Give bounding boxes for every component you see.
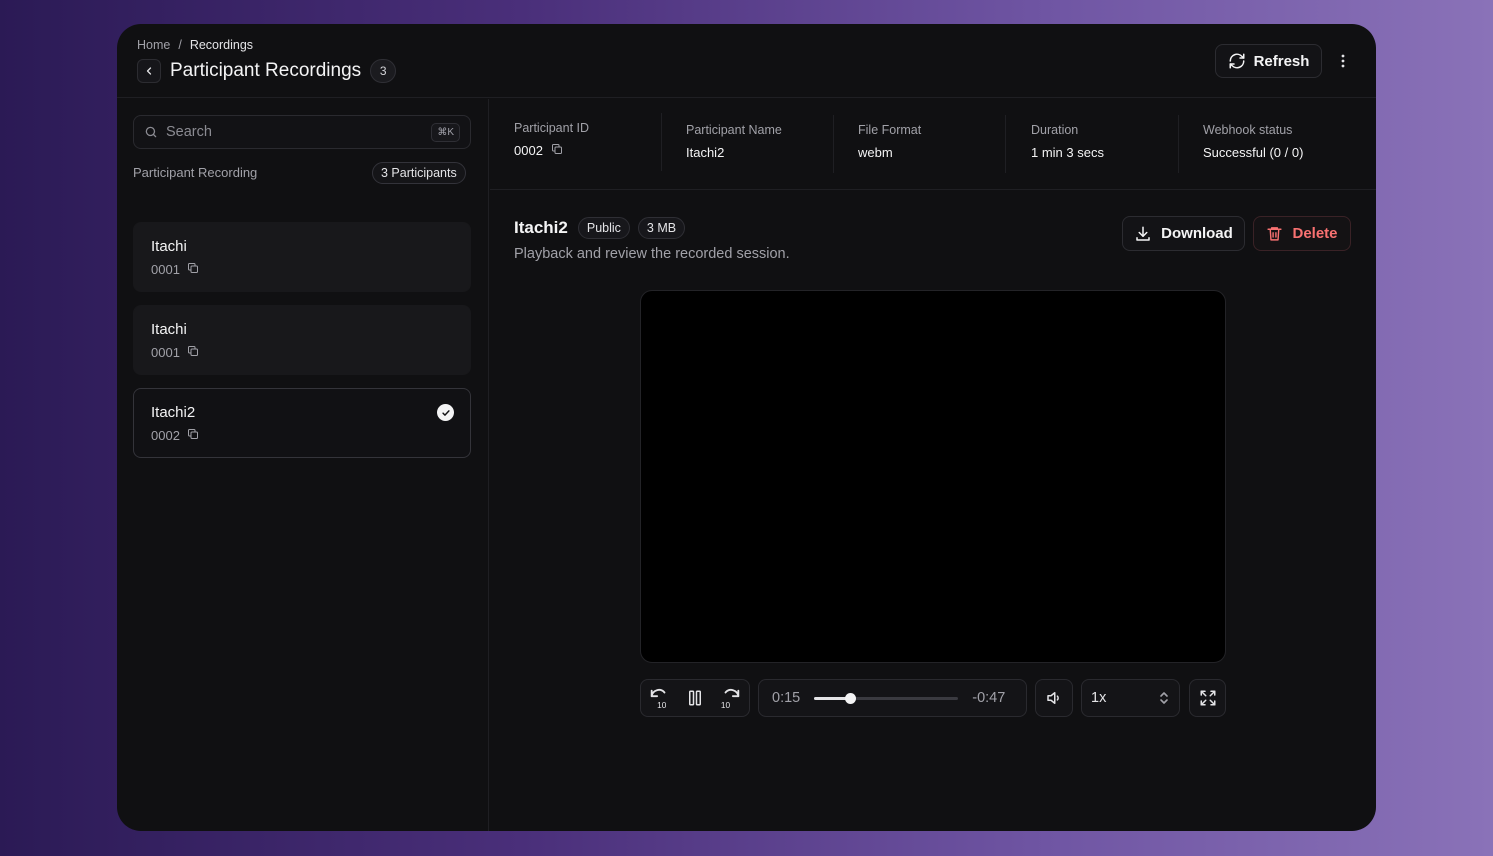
- delete-label: Delete: [1292, 225, 1338, 242]
- recording-item-id: 0002: [151, 428, 180, 443]
- recordings-sidebar: ⌘K Participant Recording 3 Participants …: [117, 99, 489, 831]
- participants-count-badge: 3 Participants: [372, 162, 466, 184]
- rewind-10-button[interactable]: 10: [642, 681, 676, 715]
- delete-button[interactable]: Delete: [1253, 216, 1351, 251]
- download-icon: [1136, 226, 1150, 241]
- svg-text:10: 10: [721, 701, 731, 709]
- recording-item-name: Itachi: [151, 238, 187, 255]
- breadcrumb-current[interactable]: Recordings: [190, 38, 253, 52]
- chevron-left-icon: [146, 67, 152, 75]
- duration-label: Duration: [1031, 123, 1079, 137]
- webhook-status-value: Successful (0 / 0): [1203, 145, 1304, 160]
- page-header: Home / Recordings Participant Recordings…: [117, 24, 1376, 98]
- recording-item-id: 0001: [151, 262, 180, 277]
- participant-name-label: Participant Name: [686, 123, 782, 137]
- file-size-badge: 3 MB: [637, 217, 686, 239]
- file-format-field: File Format webm: [834, 115, 1006, 173]
- recording-item-name: Itachi: [151, 321, 187, 338]
- recording-list-item-selected[interactable]: Itachi2 0002: [133, 388, 471, 458]
- seek-handle[interactable]: [845, 692, 857, 704]
- webhook-status-field: Webhook status Successful (0 / 0): [1179, 115, 1369, 173]
- participant-id-field: Participant ID 0002: [490, 113, 662, 171]
- section-label: Participant Recording: [133, 165, 258, 180]
- participant-name-value: Itachi2: [686, 145, 725, 160]
- seek-bar-container: 0:15 -0:47: [758, 679, 1027, 717]
- participant-id-value: 0002: [514, 143, 543, 158]
- recording-item-id: 0001: [151, 345, 180, 360]
- playback-controls: 10 10: [640, 679, 750, 717]
- duration-field: Duration 1 min 3 secs: [1007, 115, 1179, 173]
- recording-list-item[interactable]: Itachi 0001: [133, 222, 471, 292]
- recordings-count-badge: 3: [370, 59, 397, 83]
- search-input[interactable]: [166, 124, 424, 140]
- recording-list-item[interactable]: Itachi 0001: [133, 305, 471, 375]
- chevron-up-down-icon: [1160, 692, 1168, 704]
- refresh-icon: [1229, 53, 1245, 69]
- fullscreen-button[interactable]: [1189, 679, 1226, 717]
- file-format-label: File Format: [858, 123, 922, 137]
- details-bar: Participant ID 0002 Participant Name Ita…: [490, 99, 1376, 190]
- refresh-label: Refresh: [1253, 52, 1310, 70]
- search-icon: [145, 126, 157, 138]
- recording-title: Itachi2: [514, 218, 568, 237]
- search-box: ⌘K: [133, 115, 471, 149]
- webhook-status-label: Webhook status: [1203, 123, 1293, 137]
- search-shortcut-hint: ⌘K: [431, 122, 460, 142]
- more-vertical-icon: [1341, 54, 1345, 68]
- download-button[interactable]: Download: [1122, 216, 1245, 251]
- participant-id-label: Participant ID: [514, 121, 590, 135]
- volume-button[interactable]: [1035, 679, 1073, 717]
- current-time: 0:15: [772, 690, 801, 706]
- participant-name-field: Participant Name Itachi2: [662, 115, 834, 173]
- svg-text:10: 10: [657, 701, 667, 709]
- duration-value: 1 min 3 secs: [1031, 145, 1104, 160]
- breadcrumb-separator: /: [178, 38, 182, 52]
- recording-subtitle: Playback and review the recorded session…: [514, 246, 790, 262]
- fullscreen-icon: [1200, 690, 1215, 706]
- volume-icon: [1047, 692, 1059, 704]
- speed-value: 1x: [1091, 690, 1107, 706]
- trash-icon: [1267, 227, 1283, 241]
- remaining-time: -0:47: [972, 690, 1006, 706]
- rewind-10-icon: 10: [650, 689, 667, 709]
- pause-icon: [689, 690, 701, 706]
- copy-icon[interactable]: [551, 143, 563, 158]
- more-options-button[interactable]: [1332, 50, 1354, 72]
- breadcrumb: Home / Recordings: [137, 38, 253, 52]
- check-circle-icon: [437, 404, 454, 421]
- seek-slider[interactable]: [814, 692, 959, 704]
- back-button[interactable]: [137, 59, 161, 83]
- forward-10-icon: 10: [721, 689, 740, 709]
- pause-button[interactable]: [678, 681, 712, 715]
- file-format-value: webm: [858, 145, 893, 160]
- copy-icon[interactable]: [187, 262, 199, 277]
- recording-detail: Participant ID 0002 Participant Name Ita…: [490, 99, 1376, 831]
- download-label: Download: [1161, 225, 1233, 242]
- refresh-button[interactable]: Refresh: [1215, 44, 1322, 78]
- speed-select[interactable]: 1x: [1081, 679, 1180, 717]
- app-window: Home / Recordings Participant Recordings…: [117, 24, 1376, 831]
- copy-icon[interactable]: [187, 428, 199, 443]
- recording-item-name: Itachi2: [151, 404, 196, 421]
- forward-10-button[interactable]: 10: [714, 681, 748, 715]
- page-title: Participant Recordings: [170, 60, 362, 81]
- visibility-badge: Public: [577, 217, 630, 239]
- video-player[interactable]: [640, 290, 1226, 663]
- breadcrumb-home[interactable]: Home: [137, 38, 170, 52]
- copy-icon[interactable]: [187, 345, 199, 360]
